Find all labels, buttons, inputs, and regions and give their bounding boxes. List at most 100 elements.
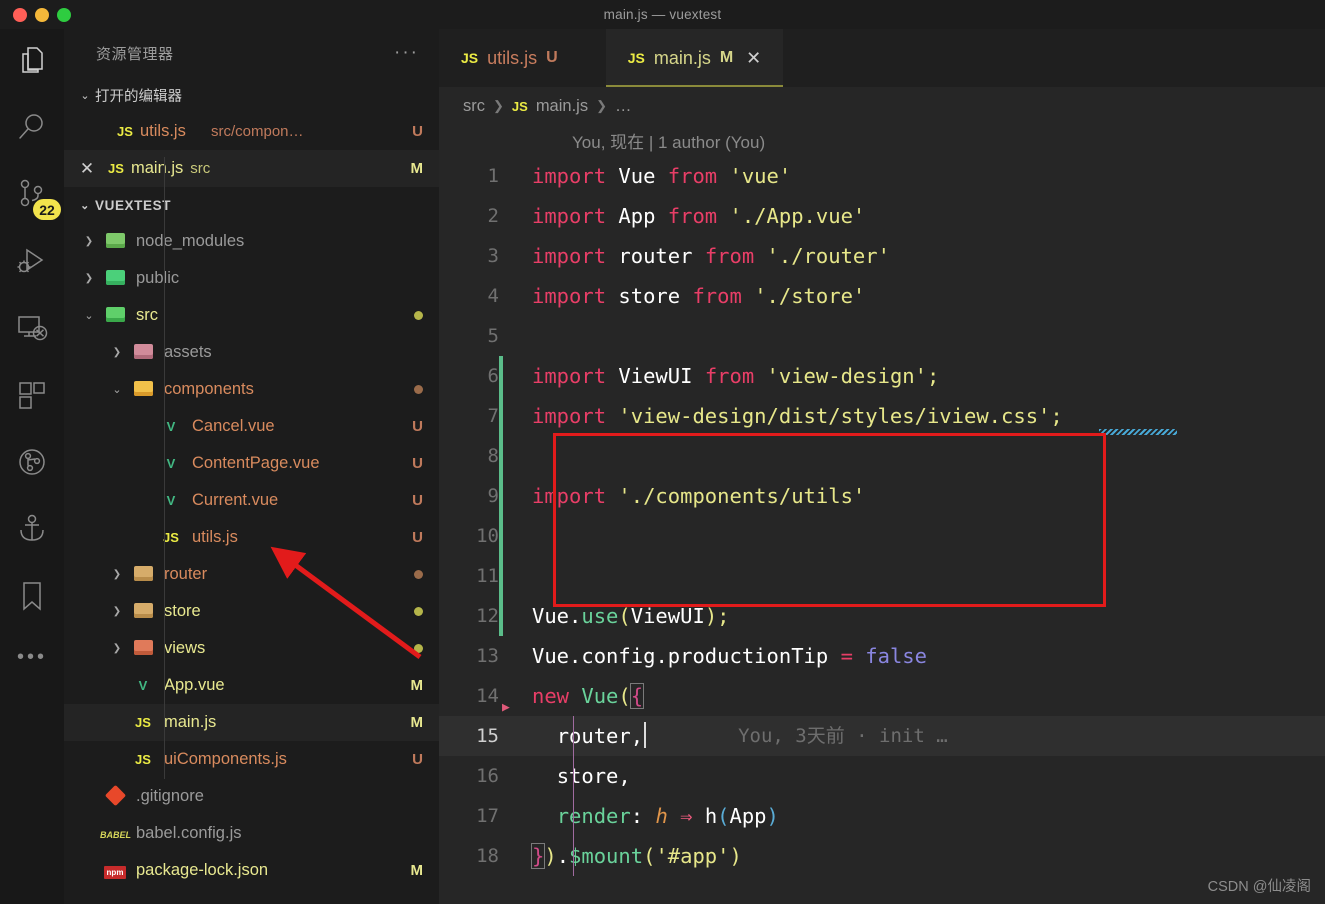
tree-item-label: views	[164, 639, 206, 657]
tab-utils-js[interactable]: JS utils.js U	[439, 29, 580, 87]
tree-item-views[interactable]: ❯ views	[64, 630, 439, 667]
tree-item-cancel-vue[interactable]: V Cancel.vue U	[64, 408, 439, 445]
file-tree: ❯ node_modules ❯ public ⌄ src ❯ assets ⌄ componen…	[64, 223, 439, 889]
code-gutter[interactable]	[499, 356, 513, 396]
code-gutter[interactable]	[499, 156, 513, 196]
open-editor-item-main[interactable]: ✕ JS main.js src M	[64, 150, 439, 187]
inline-blame-annotation: You, 3天前 · init …	[738, 725, 948, 747]
code-gutter[interactable]	[499, 436, 513, 476]
code-line-5[interactable]: 5	[439, 316, 1325, 356]
code-gutter[interactable]	[499, 196, 513, 236]
code-gutter[interactable]	[499, 516, 513, 556]
git-change-indicator	[499, 596, 503, 636]
code-gutter[interactable]	[499, 756, 513, 796]
code-text: router,	[513, 716, 647, 756]
line-number: 15	[476, 725, 499, 747]
tree-item-contentpage-vue[interactable]: V ContentPage.vue U	[64, 445, 439, 482]
activity-item-source-control[interactable]: 22	[0, 163, 64, 230]
tree-item-utils-js[interactable]: JS utils.js U	[64, 519, 439, 556]
tree-item-public[interactable]: ❯ public	[64, 260, 439, 297]
explorer-more-icon[interactable]: ···	[394, 42, 419, 64]
tree-item-router[interactable]: ❯ router	[64, 556, 439, 593]
breadcrumb-item-file[interactable]: main.js	[536, 97, 588, 116]
code-content[interactable]: 1 import Vue from 'vue' 2 import App from '…	[439, 156, 1325, 876]
open-editor-item-utils[interactable]: JS utils.js src/compon… U	[64, 113, 439, 150]
breadcrumb-item-src[interactable]: src	[463, 97, 485, 116]
code-gutter[interactable]	[499, 716, 513, 756]
code-text: render: h ⇒ h(App)	[556, 804, 779, 828]
code-gutter[interactable]	[499, 836, 513, 876]
chevron-right-icon: ❯	[493, 98, 504, 113]
code-line-6[interactable]: 6 import ViewUI from 'view-design';	[439, 356, 1325, 396]
tree-item-current-vue[interactable]: V Current.vue U	[64, 482, 439, 519]
line-number: 3	[487, 245, 499, 267]
tree-item-assets[interactable]: ❯ assets	[64, 334, 439, 371]
code-line-13[interactable]: 13 Vue.config.productionTip = false	[439, 636, 1325, 676]
open-editor-status: M	[410, 160, 424, 177]
chevron-right-icon: ❯	[84, 273, 94, 284]
code-line-11[interactable]: 11	[439, 556, 1325, 596]
tree-item-package-lock-json[interactable]: npm package-lock.json M	[64, 852, 439, 889]
tree-item-main-js[interactable]: JS main.js M	[64, 704, 439, 741]
code-line-17[interactable]: 17 render: h ⇒ h(App)	[439, 796, 1325, 836]
code-line-15[interactable]: 15 router, You, 3天前 · init …	[439, 716, 1325, 756]
code-line-3[interactable]: 3 import router from './router'	[439, 236, 1325, 276]
explorer-title: 资源管理器	[96, 45, 174, 63]
activity-item-git-graph[interactable]	[0, 431, 64, 498]
code-gutter[interactable]	[499, 276, 513, 316]
code-line-18[interactable]: 18}).$mount('#app')	[439, 836, 1325, 876]
tree-item-label: App.vue	[164, 676, 225, 694]
activity-item-explorer[interactable]	[0, 29, 64, 96]
js-icon: JS	[627, 50, 645, 66]
code-line-7[interactable]: 7 import 'view-design/dist/styles/iview.c…	[439, 396, 1325, 436]
code-gutter[interactable]	[499, 596, 513, 636]
tree-item-store[interactable]: ❯ store	[64, 593, 439, 630]
code-text: store,	[556, 764, 631, 788]
code-gutter[interactable]	[499, 556, 513, 596]
tree-item-components[interactable]: ⌄ components	[64, 371, 439, 408]
tree-item--gitignore[interactable]: .gitignore	[64, 778, 439, 815]
code-gutter[interactable]	[499, 316, 513, 356]
breadcrumb-item-more[interactable]: …	[615, 97, 632, 116]
close-icon[interactable]: ✕	[746, 48, 761, 69]
code-line-16[interactable]: 16 store,	[439, 756, 1325, 796]
code-line-1[interactable]: 1 import Vue from 'vue'	[439, 156, 1325, 196]
code-gutter[interactable]	[499, 636, 513, 676]
code-gutter[interactable]	[499, 796, 513, 836]
tree-item-label: src	[136, 306, 158, 324]
activity-item-bookmarks[interactable]	[0, 565, 64, 632]
tree-item-label: main.js	[164, 713, 217, 731]
folder-components	[128, 380, 158, 399]
tree-item-node-modules[interactable]: ❯ node_modules	[64, 223, 439, 260]
tree-item-app-vue[interactable]: V App.vue M	[64, 667, 439, 704]
open-editors-section-header[interactable]: ⌄ 打开的编辑器	[64, 77, 439, 113]
tree-item-src[interactable]: ⌄ src	[64, 297, 439, 334]
code-gutter[interactable]: ▶	[499, 676, 513, 716]
activity-item-remote-explorer[interactable]	[0, 297, 64, 364]
code-line-8[interactable]: 8	[439, 436, 1325, 476]
code-line-10[interactable]: 10	[439, 516, 1325, 556]
code-line-14[interactable]: 14 ▶ new Vue({	[439, 676, 1325, 716]
code-gutter[interactable]	[499, 236, 513, 276]
code-gutter[interactable]	[499, 396, 513, 436]
project-section-header[interactable]: ⌄ VUEXTEST	[64, 187, 439, 223]
activity-item-extensions[interactable]	[0, 364, 64, 431]
tree-item-babel-config-js[interactable]: BABEL babel.config.js	[64, 815, 439, 852]
code-line-12[interactable]: 12 Vue.use(ViewUI);	[439, 596, 1325, 636]
code-line-4[interactable]: 4 import store from './store'	[439, 276, 1325, 316]
code-line-9[interactable]: 9 import './components/utils'	[439, 476, 1325, 516]
tree-item-change-dot	[414, 570, 423, 579]
vue-icon: V	[166, 456, 176, 471]
tab-main-js[interactable]: JS main.js M ✕	[605, 29, 784, 87]
code-gutter[interactable]	[499, 476, 513, 516]
code-line-2[interactable]: 2 import App from './App.vue'	[439, 196, 1325, 236]
activity-item-search[interactable]	[0, 96, 64, 163]
activity-item-docker[interactable]	[0, 498, 64, 565]
tree-item-uicomponents-js[interactable]: JS uiComponents.js U	[64, 741, 439, 778]
blame-header: You, 现在 | 1 author (You)	[572, 133, 766, 152]
activity-item-run-and-debug[interactable]	[0, 230, 64, 297]
tab-status: M	[719, 49, 734, 66]
tree-item-status: U	[412, 492, 423, 509]
close-icon[interactable]: ✕	[73, 159, 101, 179]
activity-more-button[interactable]: •••	[0, 632, 64, 682]
